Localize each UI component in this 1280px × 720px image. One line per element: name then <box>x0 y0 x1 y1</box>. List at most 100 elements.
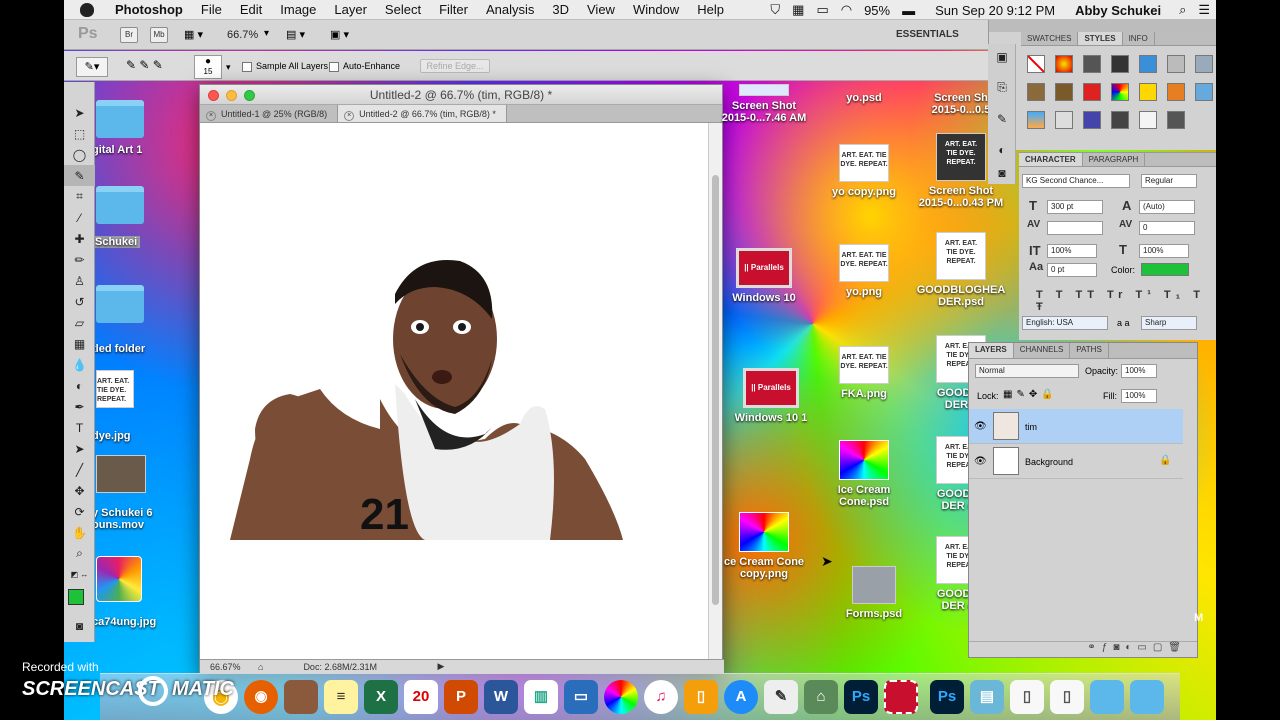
style-swatch[interactable] <box>1139 55 1157 73</box>
powerpoint-icon[interactable]: P <box>444 680 478 714</box>
document-canvas[interactable]: 21 <box>200 123 710 661</box>
photoshop-dock-icon[interactable]: Ps <box>844 680 878 714</box>
3d-orbit-tool-icon[interactable]: ⟳ <box>64 501 95 522</box>
menu-app-name[interactable]: Photoshop <box>106 2 192 17</box>
tab-untitled-2[interactable]: × Untitled-2 @ 66.7% (tim, RGB/8) * <box>338 105 507 122</box>
text-color-swatch[interactable] <box>1141 263 1189 276</box>
grid-icon[interactable]: ▦ <box>786 2 810 18</box>
iphoto-icon[interactable]: ⌂ <box>804 680 838 714</box>
zoom-dropdown-icon[interactable]: ▾ <box>264 28 269 39</box>
swap-colors-icon[interactable]: ◩ ↔ <box>64 564 95 585</box>
3d-rotate-tool-icon[interactable]: ✥ <box>64 480 95 501</box>
healing-brush-tool-icon[interactable]: ✚ <box>64 228 95 249</box>
style-swatch[interactable] <box>1027 111 1045 129</box>
brush-tool-icon[interactable]: ✏ <box>64 249 95 270</box>
document-titlebar[interactable]: Untitled-2 @ 66.7% (tim, RGB/8) * <box>200 85 722 105</box>
visibility-eye-icon[interactable]: 👁 <box>974 456 987 467</box>
photos-icon[interactable] <box>604 680 638 714</box>
desktop-fka-png[interactable]: ART. EAT. TIE DYE. REPEAT. FKA.png <box>819 346 909 400</box>
tracking-field[interactable]: 0 <box>1139 221 1195 235</box>
menu-edit[interactable]: Edit <box>231 2 271 17</box>
textedit-icon[interactable]: ✎ <box>764 680 798 714</box>
vertical-scale-field[interactable]: 100% <box>1047 244 1097 258</box>
tab-untitled-1[interactable]: × Untitled-1 @ 25% (RGB/8) <box>200 105 339 122</box>
style-swatch[interactable] <box>1111 83 1129 101</box>
tool-preset-picker[interactable]: ✎▾ <box>76 57 108 77</box>
excel-icon[interactable]: X <box>364 680 398 714</box>
path-selection-tool-icon[interactable]: ➤ <box>64 438 95 459</box>
menu-file[interactable]: File <box>192 2 231 17</box>
tab-channels[interactable]: CHANNELS <box>1014 343 1071 358</box>
baseline-shift-field[interactable]: 0 pt <box>1047 263 1097 277</box>
desktop-goodblogheader-psd[interactable]: ART. EAT. TIE DYE. REPEAT. GOODBLOGHEA DE… <box>916 232 1006 308</box>
layer-row-background[interactable]: 👁 Background 🔒 <box>969 444 1183 479</box>
applications-folder-icon[interactable] <box>1130 680 1164 714</box>
camera-panel-icon[interactable]: ◙ <box>988 162 1016 183</box>
workspace-essentials[interactable]: ESSENTIALS <box>896 29 959 40</box>
bridge-button[interactable]: Br <box>120 27 138 43</box>
history-panel-icon[interactable]: ⎘ <box>988 77 1016 98</box>
foreground-color[interactable] <box>68 589 84 605</box>
desktop-file-ca74ung[interactable]: ca74ung.jpg <box>92 556 162 628</box>
airplay-icon[interactable]: ▭ <box>810 2 834 18</box>
tab-character[interactable]: CHARACTER <box>1019 153 1083 166</box>
brush-dropdown-icon[interactable]: ▾ <box>226 62 231 73</box>
auto-enhance-checkbox[interactable] <box>329 61 339 72</box>
sample-all-layers-checkbox[interactable] <box>242 61 252 72</box>
close-window-button[interactable] <box>208 90 219 101</box>
style-swatch[interactable] <box>1083 83 1101 101</box>
keynote-icon[interactable]: ▭ <box>564 680 598 714</box>
visibility-eye-icon[interactable]: 👁 <box>974 421 987 432</box>
horizontal-scale-field[interactable]: 100% <box>1139 244 1189 258</box>
brush-panel-icon[interactable]: ✎ <box>988 108 1016 129</box>
kerning-field[interactable] <box>1047 221 1103 235</box>
layer-row-tim[interactable]: 👁 tim <box>969 409 1183 444</box>
quick-selection-tool-icon[interactable]: ✎ <box>64 165 95 186</box>
brush-picker[interactable]: ● 15 <box>194 55 222 79</box>
menu-window[interactable]: Window <box>624 2 688 17</box>
wifi-icon[interactable]: ◠ <box>835 2 858 18</box>
shape-tool-icon[interactable]: ╱ <box>64 459 95 480</box>
blank-document-icon[interactable]: ▯ <box>1050 680 1084 714</box>
style-swatch[interactable] <box>1027 83 1045 101</box>
menu-3d[interactable]: 3D <box>543 2 578 17</box>
minibridge-button[interactable]: Mb <box>150 27 168 43</box>
desktop-ice-cream-psd[interactable]: Ice Cream Cone.psd <box>819 440 909 508</box>
anti-aliasing-select[interactable]: Sharp <box>1141 316 1197 330</box>
opacity-field[interactable]: 100% <box>1121 364 1157 378</box>
clock[interactable]: Sun Sep 20 9:12 PM <box>929 3 1061 18</box>
app-store-icon[interactable]: A <box>724 680 758 714</box>
style-swatch[interactable] <box>1195 83 1213 101</box>
font-style-select[interactable]: Regular <box>1141 174 1197 188</box>
mini-bridge-panel-icon[interactable]: ▣ <box>988 46 1016 67</box>
downloads-folder-icon[interactable] <box>1090 680 1124 714</box>
type-tool-icon[interactable]: T <box>64 417 95 438</box>
eraser-tool-icon[interactable]: ▱ <box>64 312 95 333</box>
screen-recorder-icon[interactable] <box>884 680 918 714</box>
status-info-icon[interactable]: ⌂ <box>258 662 263 672</box>
view-extras-icon[interactable]: ▦ ▾ <box>184 28 203 41</box>
history-brush-tool-icon[interactable]: ↺ <box>64 291 95 312</box>
photo-app-icon[interactable] <box>284 680 318 714</box>
crop-tool-icon[interactable]: ⌗ <box>64 186 95 207</box>
desktop-screenshot-1[interactable]: Screen Shot 2015-0...7.46 AM <box>719 84 809 124</box>
refine-edge-button[interactable]: Refine Edge... <box>420 59 490 73</box>
screen-mode-icon[interactable]: ▣ ▾ <box>330 28 349 41</box>
tab-styles[interactable]: STYLES <box>1078 32 1123 45</box>
notes-icon[interactable]: ≡ <box>324 680 358 714</box>
itunes-icon[interactable]: ♫ <box>644 680 678 714</box>
apple-icon[interactable] <box>80 2 94 17</box>
style-swatch[interactable] <box>1083 55 1101 73</box>
style-none[interactable] <box>1027 55 1045 73</box>
pen-tool-icon[interactable]: ✒ <box>64 396 95 417</box>
menu-image[interactable]: Image <box>271 2 325 17</box>
preview-icon[interactable]: ▤ <box>970 680 1004 714</box>
zoom-window-button[interactable] <box>244 90 255 101</box>
text-style-buttons[interactable]: T T TT Tr T¹ T₁ T Ŧ <box>1036 289 1216 313</box>
style-swatch[interactable] <box>1055 55 1073 73</box>
style-swatch[interactable] <box>1167 111 1185 129</box>
scrollbar-thumb[interactable] <box>712 175 719 605</box>
menu-filter[interactable]: Filter <box>430 2 477 17</box>
minimize-window-button[interactable] <box>226 90 237 101</box>
desktop-ice-cream-copy-png[interactable]: ce Cream Cone copy.png <box>719 512 809 580</box>
